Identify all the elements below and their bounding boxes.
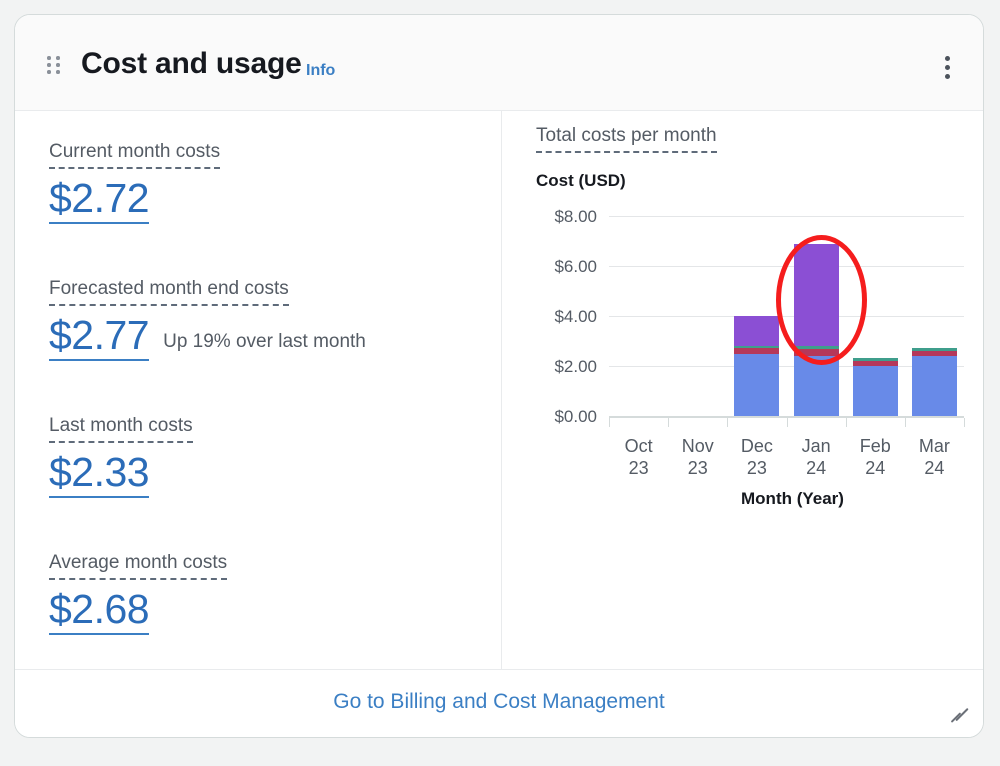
metric-forecasted-month-end-costs: Forecasted month end costs $2.77 Up 19% … xyxy=(49,278,366,361)
chart-bar-segment[interactable] xyxy=(911,348,957,351)
metric-label: Forecasted month end costs xyxy=(49,278,289,306)
cost-and-usage-widget: Cost and usage Info Current month costs … xyxy=(14,14,984,738)
metric-note: Up 19% over last month xyxy=(163,330,366,352)
kebab-menu-icon[interactable] xyxy=(938,56,958,84)
chart-x-tick-line: Oct xyxy=(624,436,653,456)
metric-value[interactable]: $2.72 xyxy=(49,175,150,224)
chart-gridline xyxy=(609,266,964,267)
widget-header: Cost and usage Info xyxy=(15,15,983,111)
chart-gridline xyxy=(609,216,964,217)
chart-x-tick-line: 24 xyxy=(865,457,886,478)
chart-x-axis-label: Month (Year) xyxy=(741,489,844,508)
chart-x-tick-mark xyxy=(609,418,610,427)
widget-body: Current month costs $2.72 Forecasted mon… xyxy=(15,111,983,735)
chart-bar-segment[interactable] xyxy=(793,243,839,346)
metric-label: Average month costs xyxy=(49,552,228,580)
chart-x-tick-line: Mar xyxy=(918,436,950,456)
drag-grip-icon[interactable] xyxy=(47,56,61,76)
chart-y-tick-label: $6.00 xyxy=(554,257,597,276)
chart-gridline xyxy=(609,366,964,367)
metric-average-month-costs: Average month costs $2.68 xyxy=(49,552,228,635)
chart-bar-segment[interactable] xyxy=(852,361,898,366)
metric-label: Current month costs xyxy=(49,141,221,169)
widget-footer: Go to Billing and Cost Management xyxy=(15,669,983,737)
chart-x-tick-label: Oct 23 xyxy=(609,436,668,480)
chart-bar-segment[interactable] xyxy=(734,345,780,348)
bar-chart-plot[interactable]: $0.00 $2.00 $4.00 $6.00 $8.00 Oct 23 Nov 23 Dec 23… xyxy=(536,207,965,478)
resize-handle-icon[interactable] xyxy=(947,703,969,725)
chart-x-tick-line: 23 xyxy=(746,457,767,478)
chart-y-tick-label: $2.00 xyxy=(554,357,597,376)
chart-bar-segment[interactable] xyxy=(852,357,898,361)
chart-x-tick-line: Nov xyxy=(681,436,714,456)
chart-x-tick-line: Jan xyxy=(801,436,831,456)
info-link[interactable]: Info xyxy=(306,62,335,80)
chart-bar-segment[interactable] xyxy=(852,366,898,416)
metric-current-month-costs: Current month costs $2.72 xyxy=(49,141,221,224)
chart-bar-segment[interactable] xyxy=(734,316,780,346)
chart-x-tick-line: 24 xyxy=(806,457,827,478)
chart-bar-segment[interactable] xyxy=(793,356,839,416)
billing-console-link[interactable]: Go to Billing and Cost Management xyxy=(15,690,983,714)
chart-gridline xyxy=(609,316,964,317)
chart-x-tick-label: Feb 24 xyxy=(846,436,905,480)
chart-x-tick-line: 24 xyxy=(924,457,945,478)
chart-x-tick-line: Dec xyxy=(740,436,773,456)
page-title: Cost and usage xyxy=(81,47,302,80)
chart-x-tick-line: Feb xyxy=(859,436,891,456)
chart-x-tick-label: Dec 23 xyxy=(727,436,786,480)
chart-y-axis-label: Cost (USD) xyxy=(536,171,626,190)
chart-bar-segment[interactable] xyxy=(734,353,780,416)
chart-bar-segment[interactable] xyxy=(911,356,957,416)
metric-value[interactable]: $2.33 xyxy=(49,449,150,498)
chart-x-tick-line: 23 xyxy=(687,457,708,478)
metric-label: Last month costs xyxy=(49,415,193,443)
chart-x-tick-mark xyxy=(727,418,729,427)
chart-x-tick-mark xyxy=(964,418,965,427)
chart-x-tick-label: Jan 24 xyxy=(787,436,846,480)
chart-x-tick-mark xyxy=(904,418,906,427)
chart-y-tick-label: $4.00 xyxy=(554,307,597,326)
chart-y-tick-label: $8.00 xyxy=(554,207,597,226)
metric-value[interactable]: $2.68 xyxy=(49,586,150,635)
metric-value[interactable]: $2.77 xyxy=(49,312,150,361)
chart-x-tick-label: Mar 24 xyxy=(905,436,964,480)
chart-bar-segment[interactable] xyxy=(793,348,839,356)
chart-bar-segment[interactable] xyxy=(911,350,957,356)
metric-last-month-costs: Last month costs $2.33 xyxy=(49,415,193,498)
chart-x-tick-mark xyxy=(845,418,847,427)
chart-x-tick-line: 23 xyxy=(628,457,649,478)
chart-bar-segment[interactable] xyxy=(734,348,780,354)
chart-x-tick-label: Nov 23 xyxy=(668,436,727,480)
column-divider xyxy=(501,111,502,669)
chart-bar-segment[interactable] xyxy=(793,345,839,349)
chart-title: Total costs per month xyxy=(536,125,717,153)
chart-x-tick-mark xyxy=(786,418,788,427)
chart-x-tick-mark xyxy=(668,418,670,427)
chart-y-tick-label: $0.00 xyxy=(554,407,597,426)
